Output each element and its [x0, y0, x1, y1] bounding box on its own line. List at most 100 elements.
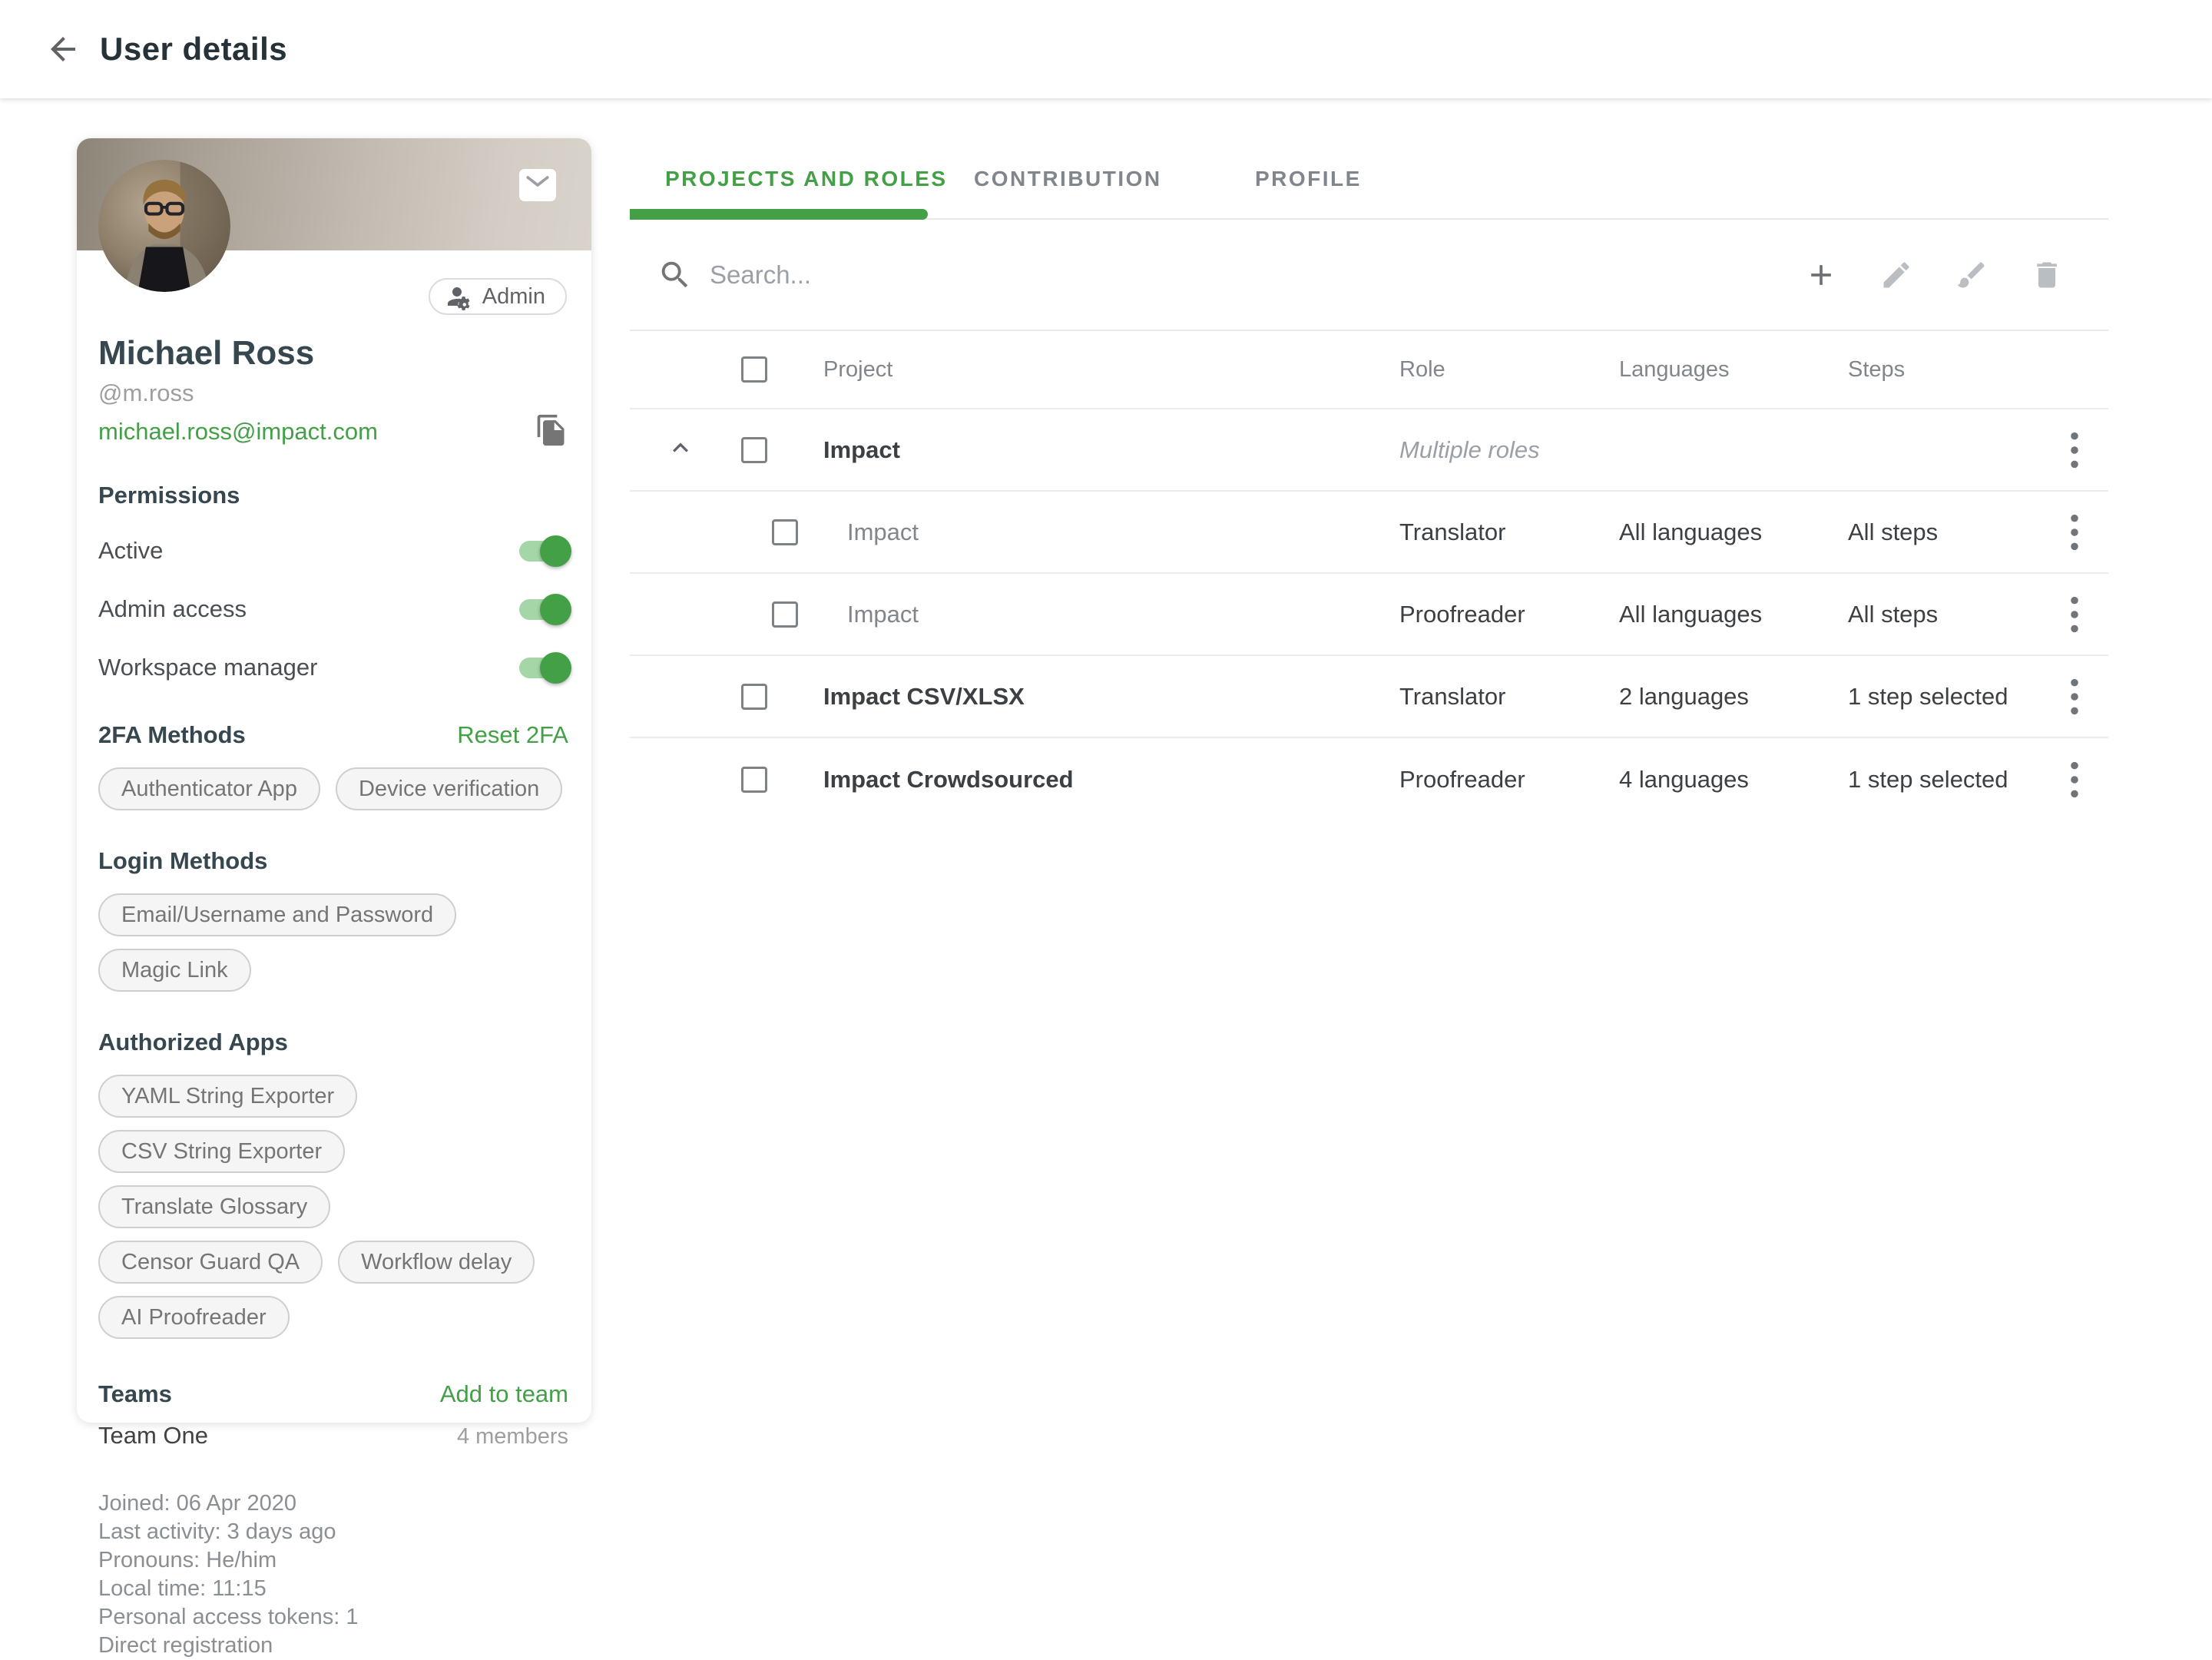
- chip-magic-link: Magic Link: [98, 949, 251, 992]
- chip-ai-proofreader: AI Proofreader: [98, 1296, 290, 1339]
- workspace-manager-toggle[interactable]: [519, 658, 568, 678]
- team-row: Team One 4 members: [98, 1422, 568, 1450]
- copy-email-button[interactable]: [535, 413, 568, 449]
- send-email-button[interactable]: [519, 169, 556, 201]
- project-role: Translator: [1399, 519, 1619, 546]
- project-steps: All steps: [1848, 601, 2040, 628]
- permissions-heading: Permissions: [98, 482, 568, 509]
- row-menu-button[interactable]: [2058, 593, 2091, 636]
- brush-icon: [1955, 258, 1988, 292]
- meta-access-tokens: Personal access tokens: 1: [98, 1603, 568, 1632]
- permission-row-admin-access: Admin access: [98, 592, 568, 626]
- user-name: Michael Ross: [98, 333, 568, 373]
- row-menu-button[interactable]: [2058, 675, 2091, 718]
- user-email-link[interactable]: michael.ross@impact.com: [98, 418, 378, 446]
- permission-label: Admin access: [98, 595, 247, 623]
- project-languages: 2 languages: [1619, 683, 1848, 711]
- project-name: Impact Crowdsourced: [823, 766, 1399, 794]
- project-languages: All languages: [1619, 519, 1848, 546]
- tab-profile[interactable]: PROFILE: [1255, 138, 1362, 220]
- column-header-steps: Steps: [1848, 357, 2040, 383]
- chevron-up-icon: [665, 432, 696, 463]
- tab-contribution[interactable]: CONTRIBUTION: [974, 138, 1162, 220]
- user-handle: @m.ross: [98, 379, 568, 407]
- login-methods-heading: Login Methods: [98, 847, 267, 875]
- reset-2fa-link[interactable]: Reset 2FA: [457, 721, 568, 749]
- table-toolbar: [630, 220, 2108, 331]
- collapse-row-button[interactable]: [665, 432, 696, 463]
- row-checkbox[interactable]: [772, 519, 798, 545]
- search-input[interactable]: [710, 260, 1401, 290]
- project-steps: All steps: [1848, 519, 2040, 546]
- meta-pronouns: Pronouns: He/him: [98, 1546, 568, 1575]
- project-steps: 1 step selected: [1848, 766, 2040, 794]
- authorized-app-chips: YAML String Exporter CSV String Exporter…: [98, 1075, 570, 1339]
- table-row-group: Impact Multiple roles: [630, 409, 2108, 492]
- meta-joined: Joined: 06 Apr 2020: [98, 1489, 568, 1518]
- chip-authenticator-app: Authenticator App: [98, 767, 320, 810]
- active-tab-indicator: [630, 209, 928, 220]
- permission-row-active: Active: [98, 534, 568, 568]
- table-header-row: Project Role Languages Steps: [630, 331, 2108, 409]
- table-row: Impact CSV/XLSX Translator 2 languages 1…: [630, 656, 2108, 738]
- trash-icon: [2030, 258, 2064, 292]
- toolbar-actions: [1804, 258, 2064, 292]
- project-languages: 4 languages: [1619, 766, 1848, 794]
- project-role: Translator: [1399, 683, 1619, 711]
- chip-workflow-delay: Workflow delay: [338, 1241, 535, 1284]
- page-title: User details: [100, 31, 287, 68]
- permission-label: Workspace manager: [98, 654, 317, 681]
- row-checkbox[interactable]: [741, 437, 767, 463]
- kebab-icon: [2058, 758, 2091, 801]
- kebab-icon: [2058, 429, 2091, 472]
- twofa-chips: Authenticator App Device verification: [98, 767, 570, 810]
- row-checkbox[interactable]: [741, 767, 767, 793]
- add-to-team-link[interactable]: Add to team: [440, 1380, 568, 1408]
- project-steps: 1 step selected: [1848, 683, 2040, 711]
- chip-csv-string-exporter: CSV String Exporter: [98, 1130, 345, 1173]
- teams-heading: Teams: [98, 1380, 172, 1408]
- permission-label: Active: [98, 537, 163, 565]
- admin-badge: Admin: [429, 278, 567, 315]
- arrow-left-icon: [45, 31, 81, 68]
- project-languages: All languages: [1619, 601, 1848, 628]
- kebab-icon: [2058, 593, 2091, 636]
- row-menu-button[interactable]: [2058, 758, 2091, 801]
- table-row-sub: Impact Proofreader All languages All ste…: [630, 574, 2108, 656]
- login-method-chips: Email/Username and Password Magic Link: [98, 893, 570, 992]
- permission-row-workspace-manager: Workspace manager: [98, 651, 568, 684]
- row-menu-button[interactable]: [2058, 511, 2091, 554]
- project-role: Proofreader: [1399, 766, 1619, 794]
- user-meta: Joined: 06 Apr 2020 Last activity: 3 day…: [98, 1489, 568, 1660]
- twofa-heading: 2FA Methods: [98, 721, 246, 749]
- back-button[interactable]: [40, 26, 86, 72]
- row-checkbox[interactable]: [772, 601, 798, 628]
- clear-filters-button[interactable]: [1955, 258, 1988, 292]
- pencil-icon: [1879, 258, 1913, 292]
- project-name: Impact: [823, 519, 1399, 546]
- admin-badge-label: Admin: [482, 284, 545, 310]
- delete-button[interactable]: [2030, 258, 2064, 292]
- row-checkbox[interactable]: [741, 684, 767, 710]
- active-toggle[interactable]: [519, 541, 568, 562]
- row-menu-button[interactable]: [2058, 429, 2091, 472]
- select-all-checkbox[interactable]: [741, 356, 767, 383]
- edit-button[interactable]: [1879, 258, 1913, 292]
- chip-translate-glossary: Translate Glossary: [98, 1185, 330, 1228]
- kebab-icon: [2058, 511, 2091, 554]
- tab-projects-and-roles[interactable]: PROJECTS AND ROLES: [665, 138, 948, 220]
- main-panel: PROJECTS AND ROLES CONTRIBUTION PROFILE: [630, 138, 2108, 820]
- project-name: Impact CSV/XLSX: [823, 683, 1399, 711]
- authorized-apps-heading: Authorized Apps: [98, 1029, 288, 1056]
- chip-censor-guard-qa: Censor Guard QA: [98, 1241, 323, 1284]
- avatar: [98, 160, 230, 292]
- user-gear-icon: [445, 283, 473, 310]
- search-icon: [657, 257, 693, 293]
- plus-icon: [1804, 258, 1838, 292]
- chip-email-password: Email/Username and Password: [98, 893, 456, 936]
- projects-table: Project Role Languages Steps Impact Mult…: [630, 331, 2108, 820]
- column-header-role: Role: [1399, 357, 1619, 383]
- add-button[interactable]: [1804, 258, 1838, 292]
- admin-access-toggle[interactable]: [519, 599, 568, 620]
- meta-local-time: Local time: 11:15: [98, 1575, 568, 1603]
